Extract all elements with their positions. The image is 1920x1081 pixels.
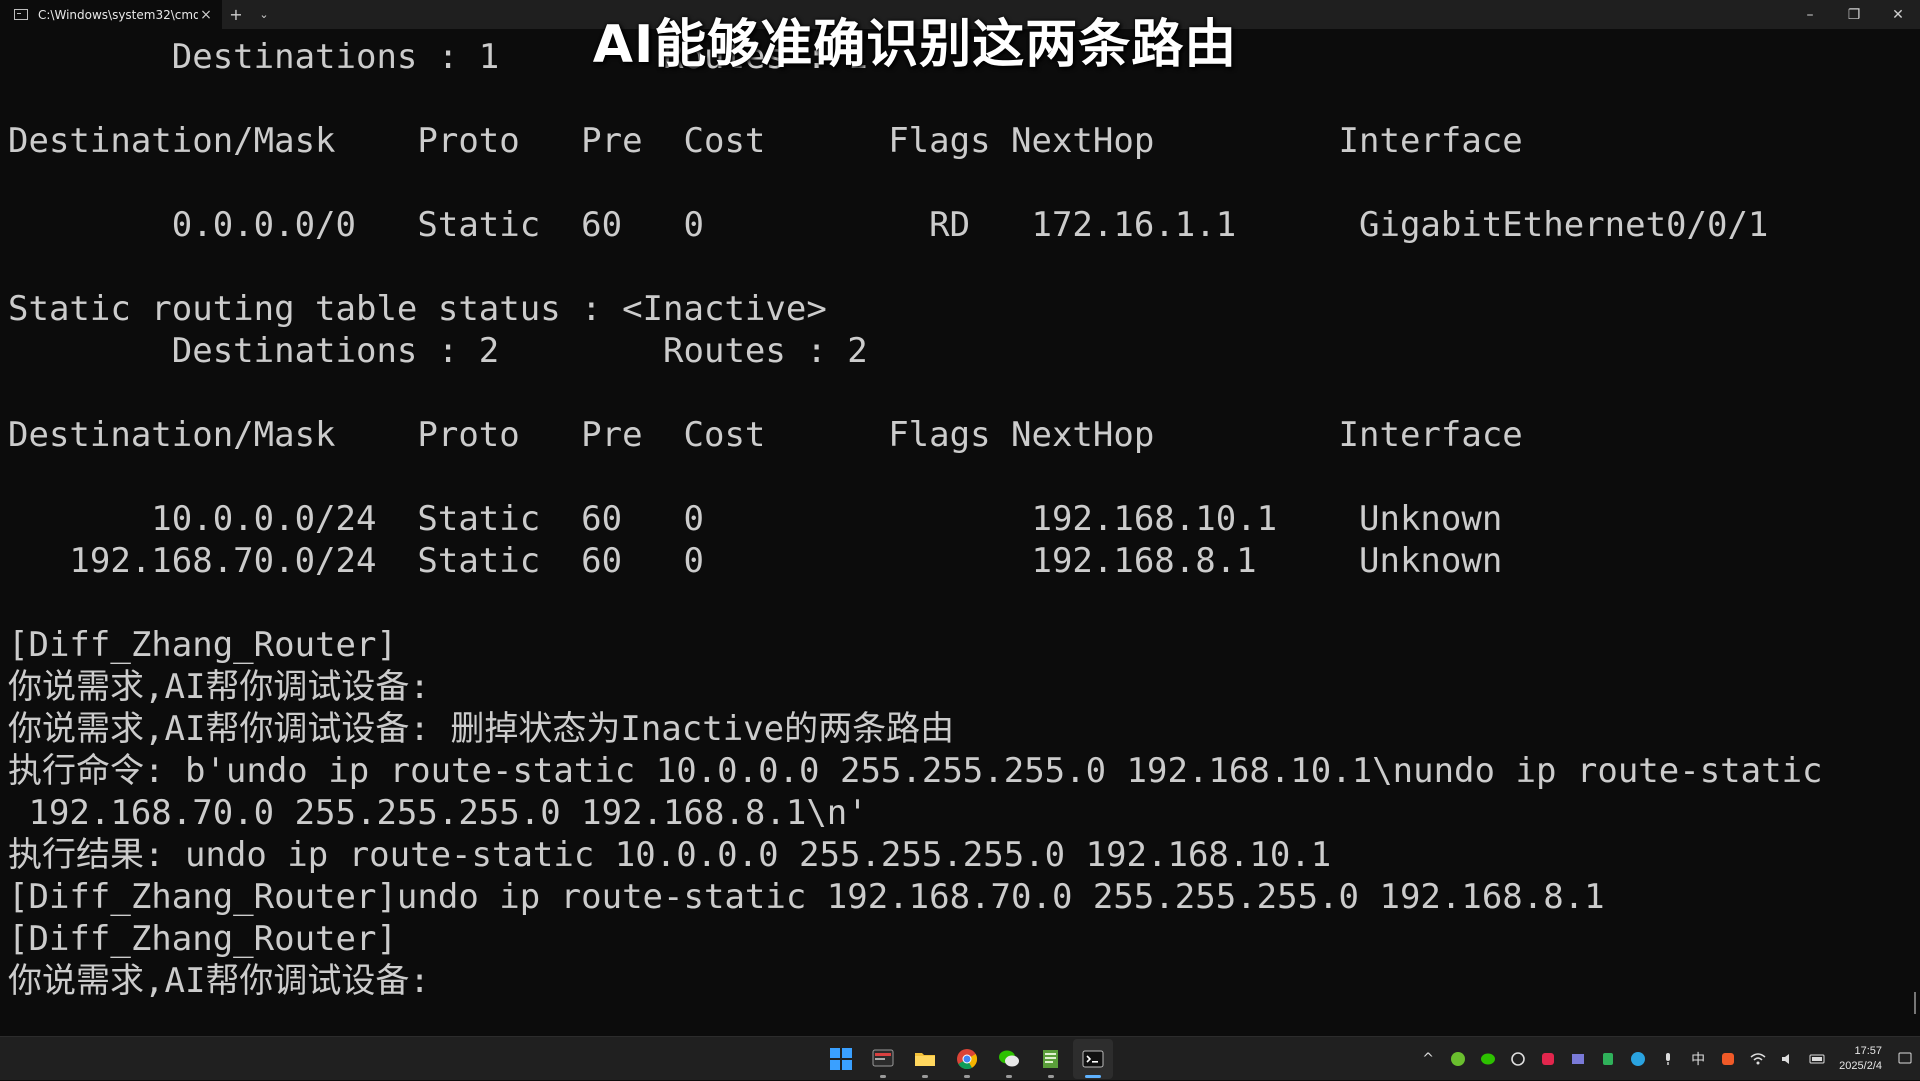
terminal-line: 你说需求,AI帮你调试设备: — [8, 667, 430, 707]
terminal-line: [Diff_Zhang_Router]undo ip route-static … — [8, 877, 1605, 917]
restore-button[interactable]: ❐ — [1832, 0, 1876, 29]
scrollbar-thumb[interactable] — [1914, 992, 1916, 1014]
close-button[interactable]: ✕ — [1876, 0, 1920, 29]
taskbar: ^ 中 17:57 2025/2/4 — [0, 1036, 1920, 1080]
terminal-line: 0.0.0.0/0 Static 60 0 RD 172.16.1.1 Giga… — [8, 205, 1769, 245]
terminal-line: [Diff_Zhang_Router] — [8, 625, 397, 665]
clock-time: 17:57 — [1854, 1045, 1882, 1057]
start-button[interactable] — [821, 1039, 861, 1079]
subtitle-caption: AI能够准确识别这两条路由 — [592, 15, 1238, 75]
terminal-line: Static routing table status : <Inactive> — [8, 289, 827, 329]
battery-icon[interactable] — [1806, 1047, 1830, 1071]
terminal-button[interactable] — [1073, 1039, 1113, 1079]
tray-green-app-icon[interactable] — [1596, 1047, 1620, 1071]
terminal-line: 192.168.70.0/24 Static 60 0 192.168.8.1 … — [8, 541, 1503, 581]
terminal-line: 你说需求,AI帮你调试设备: — [8, 961, 430, 1001]
taskbar-clock[interactable]: 17:57 2025/2/4 — [1839, 1044, 1882, 1074]
chrome-button[interactable] — [947, 1039, 987, 1079]
terminal-line: 10.0.0.0/24 Static 60 0 192.168.10.1 Unk… — [8, 499, 1503, 539]
windows-logo-icon — [830, 1048, 852, 1070]
folder-icon — [915, 1053, 935, 1066]
terminal-line: 192.168.70.0 255.255.255.0 192.168.8.1\n… — [8, 793, 868, 833]
tray-ime-indicator[interactable]: 中 — [1686, 1047, 1710, 1071]
terminal-line: Destinations : 2 Routes : 2 — [8, 331, 868, 371]
volume-icon[interactable] — [1776, 1047, 1800, 1071]
file-explorer-button[interactable] — [905, 1039, 945, 1079]
terminal-line: 执行结果: undo ip route-static 10.0.0.0 255.… — [8, 835, 1332, 875]
tray-microphone-icon[interactable] — [1656, 1047, 1680, 1071]
tray-red-app-icon[interactable] — [1536, 1047, 1560, 1071]
terminal-icon — [1082, 1050, 1104, 1068]
wifi-icon[interactable] — [1746, 1047, 1770, 1071]
tray-sync-icon[interactable] — [1506, 1047, 1530, 1071]
terminal-line: Destination/Mask Proto Pre Cost Flags Ne… — [8, 415, 1523, 455]
chrome-icon — [957, 1049, 978, 1070]
task-app-button[interactable] — [863, 1039, 903, 1079]
terminal-line: Destination/Mask Proto Pre Cost Flags Ne… — [8, 121, 1523, 161]
notification-icon[interactable] — [1893, 1047, 1917, 1071]
wechat-button[interactable] — [989, 1039, 1029, 1079]
notepad-icon — [1043, 1050, 1058, 1068]
tray-app-icon[interactable] — [1566, 1047, 1590, 1071]
wechat-icon — [999, 1050, 1019, 1067]
terminal-line: [Diff_Zhang_Router] — [8, 919, 397, 959]
notepad-button[interactable] — [1031, 1039, 1071, 1079]
tray-wechat-icon[interactable] — [1476, 1047, 1500, 1071]
task-app-icon — [872, 1049, 894, 1067]
terminal-output[interactable]: Destinations : 1 Routes : 1 Destination/M… — [8, 36, 1908, 1036]
taskbar-apps — [820, 1037, 1114, 1081]
tray-telegram-icon[interactable] — [1626, 1047, 1650, 1071]
terminal-line: 你说需求,AI帮你调试设备: 删掉状态为Inactive的两条路由 — [8, 709, 955, 749]
tray-app-green-icon[interactable] — [1446, 1047, 1470, 1071]
tray-sogou-icon[interactable] — [1716, 1047, 1740, 1071]
system-tray: ^ 中 17:57 2025/2/4 — [1413, 1037, 1920, 1081]
terminal-line: 执行命令: b'undo ip route-static 10.0.0.0 25… — [8, 751, 1823, 791]
tray-overflow-chevron-icon[interactable]: ^ — [1416, 1047, 1440, 1071]
clock-date: 2025/2/4 — [1839, 1060, 1882, 1072]
